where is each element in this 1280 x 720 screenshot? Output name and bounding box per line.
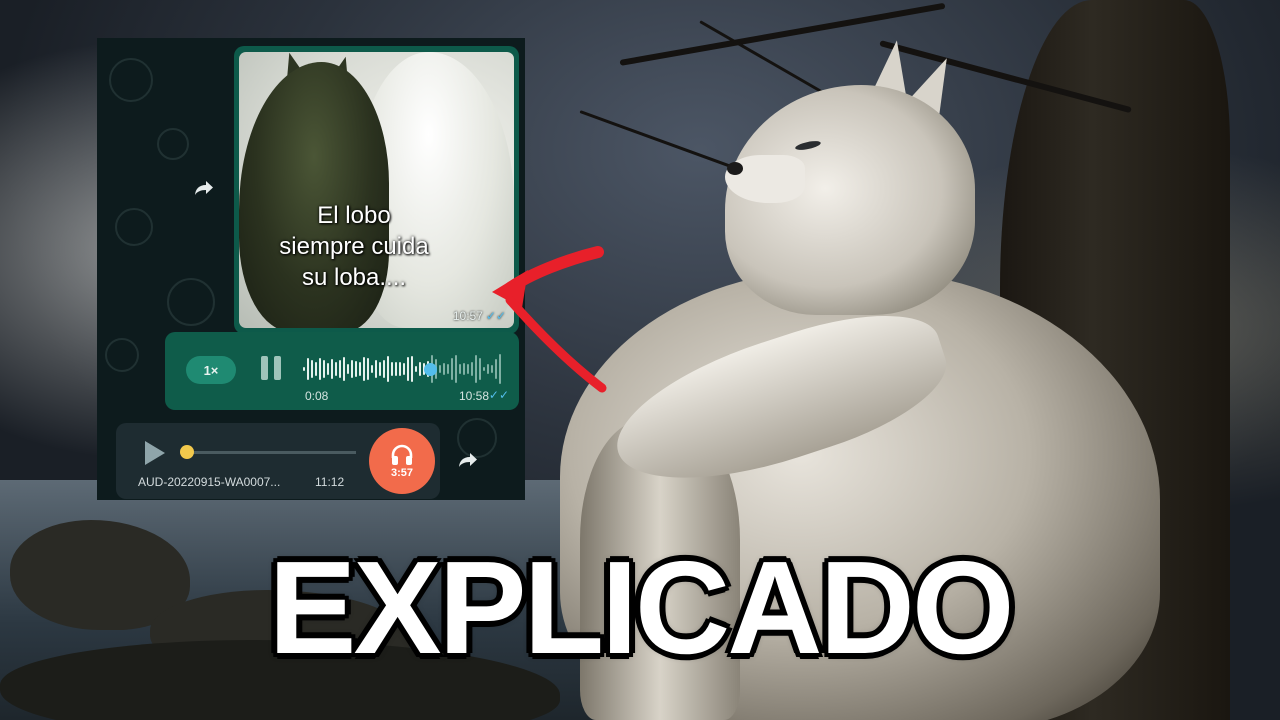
- waveform-bar: [359, 362, 361, 376]
- forward-button[interactable]: [191, 175, 217, 201]
- voice-message-bubble: 1× 0:08 10:58 ✓✓: [165, 332, 519, 410]
- waveform-bar: [311, 360, 313, 378]
- headphones-icon: [391, 444, 413, 465]
- waveform-bar: [303, 367, 305, 371]
- waveform-bar: [419, 361, 421, 377]
- forward-icon: [459, 453, 477, 467]
- headphones-badge: 3:57: [369, 428, 435, 494]
- waveform-bar: [319, 357, 321, 381]
- wallpaper-doodle: [109, 58, 153, 102]
- audio-progress-scrubber[interactable]: [180, 445, 194, 459]
- wolf-nose: [727, 162, 743, 175]
- waveform-bar: [395, 362, 397, 376]
- waveform-bar: [415, 366, 417, 372]
- waveform-bar: [411, 356, 413, 382]
- waveform-bar: [439, 364, 441, 374]
- waveform-bar: [323, 360, 325, 378]
- voice-elapsed-time: 0:08: [305, 389, 329, 403]
- waveform-bar: [315, 361, 317, 377]
- waveform-bar: [455, 355, 457, 383]
- pause-icon: [274, 356, 281, 380]
- forward-icon: [195, 181, 213, 195]
- forward-button[interactable]: [455, 447, 481, 473]
- waveform-bar: [383, 360, 385, 378]
- waveform-bar: [363, 357, 365, 381]
- waveform-bar: [339, 359, 341, 379]
- waveform-bar: [335, 361, 337, 377]
- waveform-bar: [379, 362, 381, 376]
- waveform-bar: [347, 364, 349, 374]
- waveform-bar: [447, 363, 449, 375]
- playback-speed-button[interactable]: 1×: [186, 356, 236, 384]
- audio-duration: 3:57: [390, 466, 414, 479]
- waveform-bar: [403, 362, 405, 376]
- waveform-bar: [371, 365, 373, 373]
- wallpaper-doodle: [167, 278, 215, 326]
- wallpaper-doodle: [157, 128, 189, 160]
- waveform-bar: [387, 355, 389, 383]
- thumbnail-title: EXPLICADO: [268, 534, 1014, 681]
- waveform-bar: [355, 360, 357, 378]
- audio-file-bubble: AUD-20220915-WA0007... 11:12 3:57: [116, 423, 440, 499]
- tree-branch: [579, 110, 750, 175]
- waveform-bar: [451, 357, 453, 381]
- waveform-scrubber[interactable]: [423, 363, 437, 376]
- waveform-bar: [391, 361, 393, 377]
- pause-button[interactable]: [261, 356, 283, 380]
- audio-filename: AUD-20220915-WA0007...: [138, 475, 281, 489]
- pause-icon: [261, 356, 268, 380]
- waveform-bar: [443, 362, 445, 376]
- play-icon[interactable]: [145, 441, 165, 465]
- waveform-bar: [307, 358, 309, 380]
- waveform-bar: [459, 363, 461, 375]
- audio-timestamp: 11:12: [315, 475, 345, 489]
- whatsapp-chat-panel: El lobo siempre cuida su loba.... 10:57 …: [97, 38, 525, 500]
- waveform-bar: [331, 358, 333, 380]
- wallpaper-doodle: [115, 208, 153, 246]
- wallpaper-doodle: [105, 338, 139, 372]
- audio-progress-track[interactable]: [186, 451, 356, 454]
- waveform-bar: [351, 360, 353, 378]
- image-caption: El lobo siempre cuida su loba....: [279, 202, 429, 291]
- waveform-bar: [399, 361, 401, 377]
- waveform-bar: [343, 356, 345, 382]
- waveform-bar: [375, 359, 377, 379]
- waveform-bar: [327, 362, 329, 376]
- waveform-bar: [407, 357, 409, 381]
- waveform-bar: [463, 363, 465, 375]
- waveform-bar: [367, 358, 369, 380]
- waveform-bar: [467, 364, 469, 374]
- red-arrow-annotation: [492, 246, 607, 393]
